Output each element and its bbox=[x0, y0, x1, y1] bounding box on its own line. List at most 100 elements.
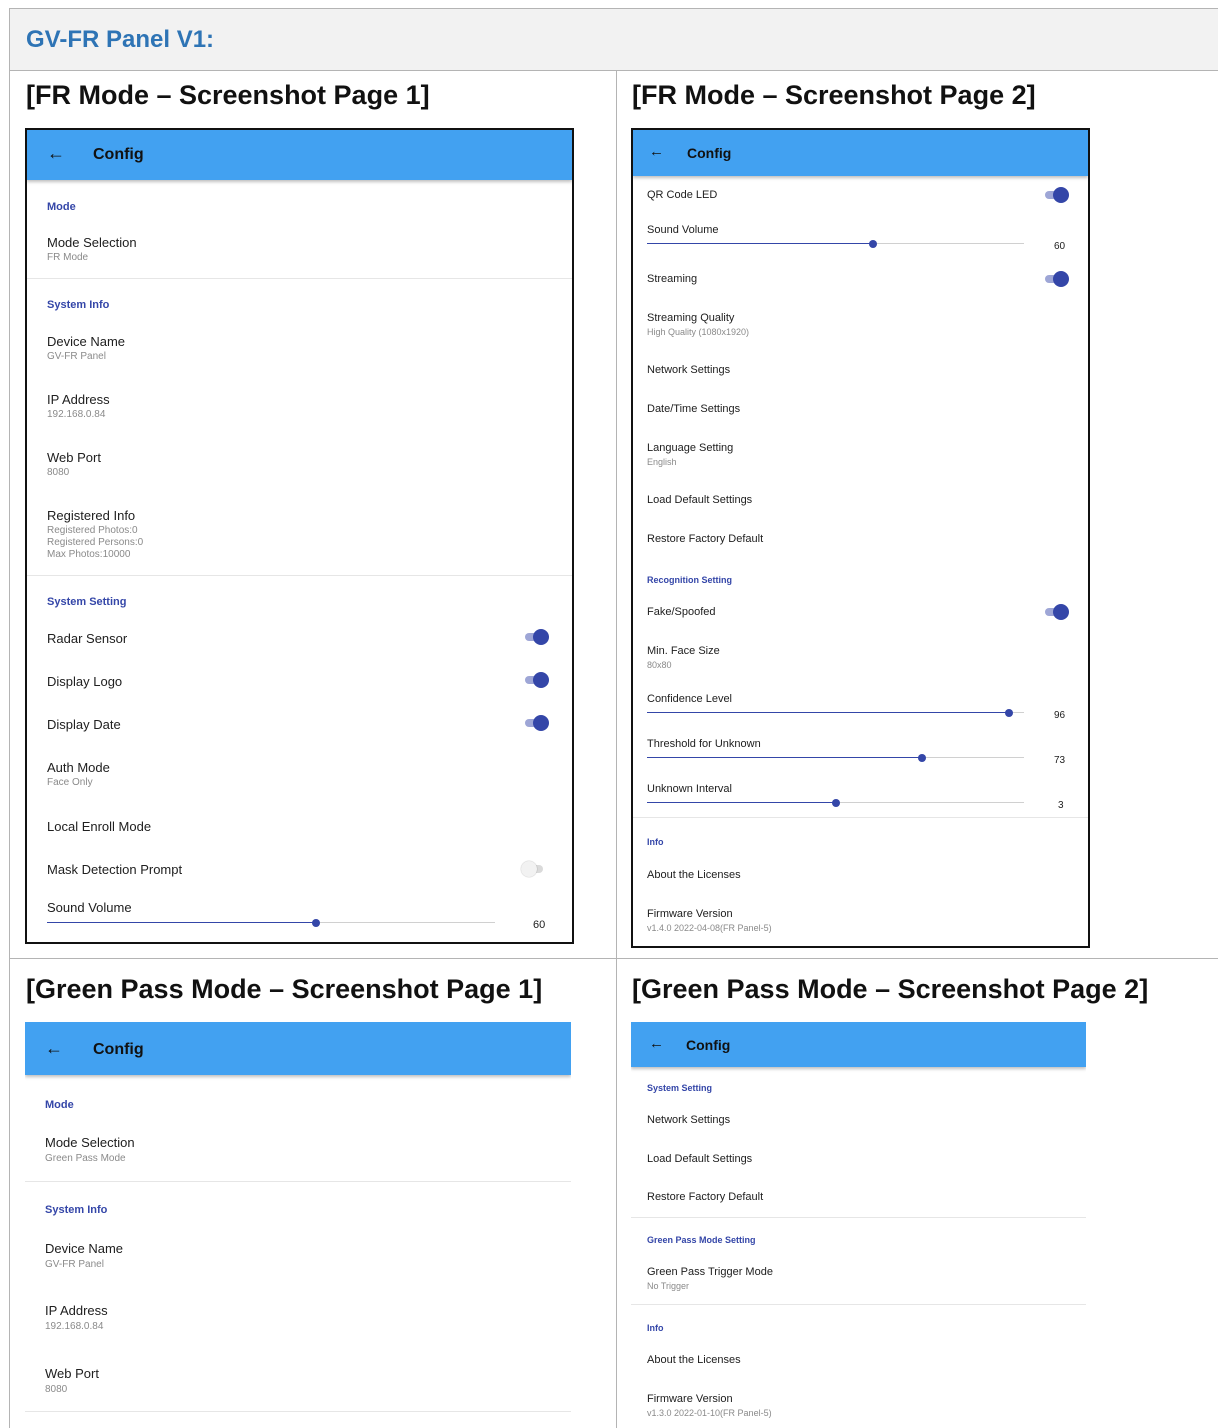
section-mode: Mode bbox=[47, 201, 76, 213]
setting-title: Confidence Level bbox=[647, 693, 733, 705]
section-system-setting: System Setting bbox=[647, 1083, 713, 1093]
section-info: Info bbox=[647, 837, 664, 847]
setting-value: High Quality (1080x1920) bbox=[647, 327, 750, 337]
section-system-info: System Info bbox=[47, 299, 110, 311]
gp-page1-screenshot: ← Config Mode Mode Selection Green Pass … bbox=[25, 1022, 571, 1428]
streaming-toggle[interactable] bbox=[1045, 271, 1069, 287]
arrow-left-icon[interactable]: ← bbox=[649, 1035, 664, 1052]
table-divider-horizontal bbox=[9, 958, 1218, 959]
setting-title: Green Pass Trigger Mode bbox=[647, 1266, 773, 1278]
divider bbox=[633, 817, 1088, 818]
sound-volume-slider[interactable] bbox=[647, 240, 1024, 248]
slider-value: 96 bbox=[1054, 710, 1066, 721]
divider bbox=[27, 575, 572, 576]
document-header: GV-FR Panel V1: bbox=[9, 8, 1218, 71]
slider-value: 60 bbox=[533, 919, 546, 931]
setting-value: No Trigger bbox=[647, 1281, 690, 1291]
setting-title: IP Address bbox=[45, 1303, 108, 1318]
setting-title: Local Enroll Mode bbox=[47, 819, 152, 834]
arrow-left-icon[interactable]: ← bbox=[45, 1038, 63, 1059]
fake-spoofed-toggle[interactable] bbox=[1045, 604, 1069, 620]
registered-photos: Registered Photos:0 bbox=[47, 525, 138, 536]
setting-value: 8080 bbox=[45, 1384, 68, 1395]
setting-value: 80x80 bbox=[647, 660, 672, 670]
divider bbox=[25, 1411, 571, 1412]
slider-value: 60 bbox=[1054, 241, 1066, 252]
setting-value: English bbox=[647, 457, 677, 467]
setting-about-licenses[interactable]: About the Licenses bbox=[647, 869, 741, 881]
setting-title: Mode Selection bbox=[47, 235, 137, 250]
cell-title-gp-page2: [Green Pass Mode – Screenshot Page 2] bbox=[632, 974, 1149, 1004]
setting-value: GV-FR Panel bbox=[45, 1259, 104, 1270]
setting-title: Mode Selection bbox=[45, 1135, 135, 1150]
setting-title: Device Name bbox=[45, 1241, 124, 1256]
sound-volume-slider[interactable] bbox=[47, 919, 495, 927]
setting-title: Auth Mode bbox=[47, 760, 110, 775]
setting-value: v1.4.0 2022-04-08(FR Panel-5) bbox=[647, 923, 772, 933]
section-system-setting: System Setting bbox=[47, 596, 127, 608]
setting-value: Green Pass Mode bbox=[45, 1153, 126, 1164]
arrow-left-icon[interactable]: ← bbox=[47, 143, 65, 164]
registered-persons: Registered Persons:0 bbox=[47, 537, 144, 548]
setting-title: Threshold for Unknown bbox=[647, 738, 761, 750]
setting-title: Firmware Version bbox=[647, 908, 733, 920]
table-divider-vertical bbox=[616, 71, 617, 1428]
setting-title: Unknown Interval bbox=[647, 783, 732, 795]
divider bbox=[631, 1217, 1086, 1218]
section-info: Info bbox=[647, 1323, 664, 1333]
confidence-level-slider[interactable] bbox=[647, 709, 1024, 717]
section-recognition-setting: Recognition Setting bbox=[647, 575, 732, 585]
setting-title: Registered Info bbox=[47, 508, 136, 523]
cell-title-fr-page2: [FR Mode – Screenshot Page 2] bbox=[632, 80, 1036, 110]
setting-datetime-settings[interactable]: Date/Time Settings bbox=[647, 403, 740, 415]
app-bar-title: Config bbox=[93, 146, 144, 163]
fr-page1-screenshot: ← Config Mode Mode Selection FR Mode Sys… bbox=[25, 128, 574, 944]
document-heading: GV-FR Panel V1: bbox=[26, 26, 215, 53]
setting-title: Streaming bbox=[647, 273, 698, 285]
setting-title: Mask Detection Prompt bbox=[47, 862, 183, 877]
setting-value: Face Only bbox=[47, 777, 93, 788]
section-green-pass-mode-setting: Green Pass Mode Setting bbox=[647, 1235, 756, 1245]
setting-title: Firmware Version bbox=[647, 1393, 733, 1405]
setting-title: Device Name bbox=[47, 334, 126, 349]
radar-sensor-toggle[interactable] bbox=[525, 629, 549, 645]
unknown-interval-slider[interactable] bbox=[647, 799, 1024, 807]
divider bbox=[25, 1181, 571, 1182]
divider bbox=[631, 1304, 1086, 1305]
mask-detection-toggle[interactable] bbox=[521, 861, 545, 877]
setting-value: v1.3.0 2022-01-10(FR Panel-5) bbox=[647, 1408, 772, 1418]
setting-value: 8080 bbox=[47, 467, 70, 478]
setting-title: Radar Sensor bbox=[47, 631, 128, 646]
slider-value: 73 bbox=[1054, 755, 1066, 766]
app-bar: ← Config bbox=[631, 1022, 1086, 1067]
setting-value: GV-FR Panel bbox=[47, 351, 106, 362]
threshold-slider[interactable] bbox=[647, 754, 1024, 762]
section-system-info: System Info bbox=[45, 1204, 108, 1216]
app-bar: ← Config bbox=[633, 130, 1088, 176]
setting-title: Min. Face Size bbox=[647, 645, 720, 657]
setting-title: Fake/Spoofed bbox=[647, 606, 716, 618]
app-bar: ← Config bbox=[27, 130, 572, 180]
setting-title: Streaming Quality bbox=[647, 312, 735, 324]
qr-code-led-toggle[interactable] bbox=[1045, 187, 1069, 203]
app-bar-title: Config bbox=[687, 145, 732, 161]
setting-restore-factory-default[interactable]: Restore Factory Default bbox=[647, 533, 763, 545]
setting-load-default-settings[interactable]: Load Default Settings bbox=[647, 1153, 752, 1165]
setting-title: Display Date bbox=[47, 717, 121, 732]
setting-network-settings[interactable]: Network Settings bbox=[647, 1114, 730, 1126]
setting-about-licenses[interactable]: About the Licenses bbox=[647, 1354, 741, 1366]
display-date-toggle[interactable] bbox=[525, 715, 549, 731]
arrow-left-icon[interactable]: ← bbox=[649, 143, 664, 160]
max-photos: Max Photos:10000 bbox=[47, 549, 131, 560]
section-mode: Mode bbox=[45, 1099, 74, 1111]
setting-load-default-settings[interactable]: Load Default Settings bbox=[647, 494, 752, 506]
app-bar-title: Config bbox=[686, 1037, 731, 1053]
setting-value: 192.168.0.84 bbox=[47, 409, 106, 420]
setting-restore-factory-default[interactable]: Restore Factory Default bbox=[647, 1191, 763, 1203]
display-logo-toggle[interactable] bbox=[525, 672, 549, 688]
setting-title: IP Address bbox=[47, 392, 110, 407]
setting-network-settings[interactable]: Network Settings bbox=[647, 364, 730, 376]
app-bar-title: Config bbox=[93, 1041, 144, 1058]
setting-title: Language Setting bbox=[647, 442, 734, 454]
setting-title: QR Code LED bbox=[647, 189, 718, 201]
